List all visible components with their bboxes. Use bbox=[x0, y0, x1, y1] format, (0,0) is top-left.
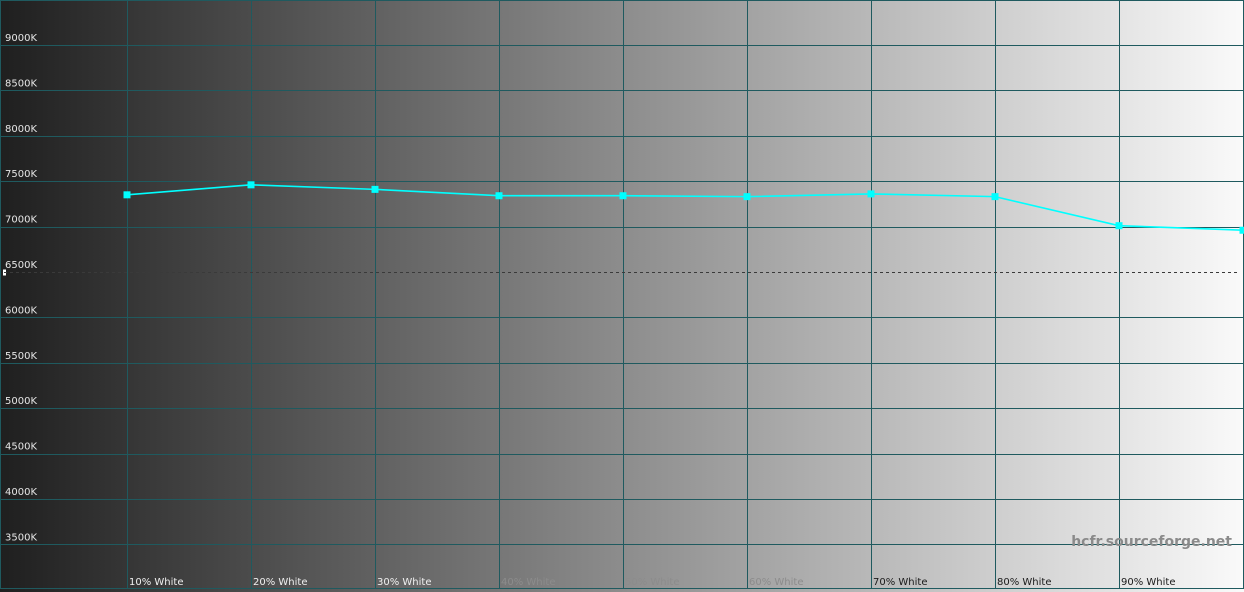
data-point bbox=[123, 191, 131, 199]
x-tick-label: 40% White bbox=[501, 577, 555, 588]
data-point bbox=[619, 192, 627, 200]
watermark: hcfr.sourceforge.net bbox=[1071, 534, 1232, 550]
x-axis-ticks: 10% White 20% White 30% White 40% White 50% … bbox=[129, 577, 1175, 588]
x-tick-label: 30% White bbox=[377, 577, 431, 588]
y-tick-label: 5500K bbox=[5, 351, 37, 362]
y-tick-label: 4000K bbox=[5, 487, 37, 498]
data-point bbox=[867, 190, 875, 198]
plot-background bbox=[0, 0, 1244, 592]
y-tick-label: 3500K bbox=[5, 532, 37, 543]
y-tick-label: 6500K bbox=[5, 260, 37, 271]
data-point bbox=[991, 193, 999, 201]
cct-tracking-chart: 9000K 8500K 8000K 7500K 7000K 6500K 6000K 5500K… bbox=[0, 0, 1244, 592]
data-point bbox=[247, 181, 255, 189]
x-tick-label: 90% White bbox=[1121, 577, 1175, 588]
y-tick-label: 8500K bbox=[5, 78, 37, 89]
y-tick-label: 6000K bbox=[5, 305, 37, 316]
data-point bbox=[371, 185, 379, 193]
y-tick-label: 4500K bbox=[5, 442, 37, 453]
data-point bbox=[1115, 222, 1123, 230]
data-point bbox=[1239, 226, 1244, 234]
data-point bbox=[743, 193, 751, 201]
x-tick-label: 20% White bbox=[253, 577, 307, 588]
x-tick-label: 60% White bbox=[749, 577, 803, 588]
y-tick-label: 7000K bbox=[5, 215, 37, 226]
x-tick-label: 80% White bbox=[997, 577, 1051, 588]
y-tick-label: 7500K bbox=[5, 169, 37, 180]
x-tick-label: 50% White bbox=[625, 577, 679, 588]
x-tick-label: 10% White bbox=[129, 577, 183, 588]
x-tick-label: 70% White bbox=[873, 577, 927, 588]
data-point bbox=[495, 192, 503, 200]
y-tick-label: 8000K bbox=[5, 124, 37, 135]
y-tick-label: 9000K bbox=[5, 33, 37, 44]
y-tick-label: 5000K bbox=[5, 396, 37, 407]
chart-container: 9000K 8500K 8000K 7500K 7000K 6500K 6000K 5500K… bbox=[0, 0, 1244, 592]
